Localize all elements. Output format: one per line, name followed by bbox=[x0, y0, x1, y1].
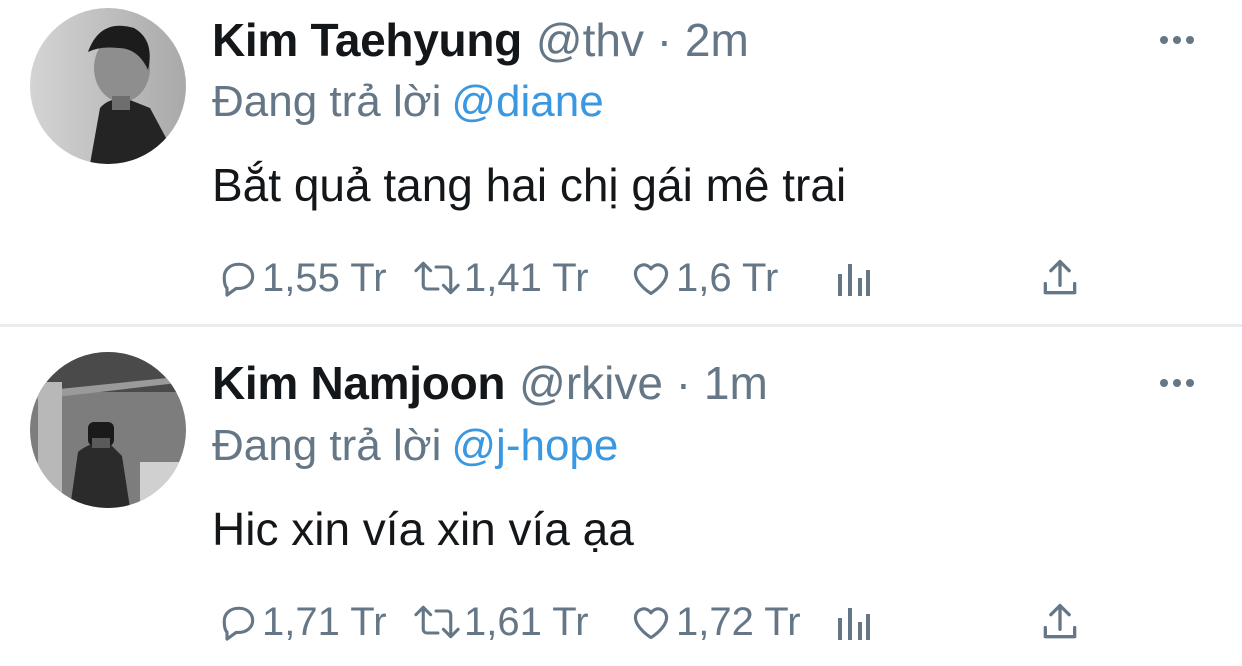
replying-to: Đang trả lời @diane bbox=[212, 75, 604, 129]
replying-label: Đang trả lời bbox=[212, 421, 442, 470]
retweet-button[interactable]: 1,41 Tr bbox=[412, 255, 589, 301]
more-horizontal-icon[interactable] bbox=[1160, 34, 1200, 46]
retweet-count: 1,41 Tr bbox=[464, 255, 589, 300]
tweet-text: Bắt quả tang hai chị gái mê trai bbox=[212, 159, 847, 211]
reply-button[interactable]: 1,71 Tr bbox=[216, 599, 387, 645]
bar-chart-icon bbox=[838, 608, 870, 640]
timestamp[interactable]: 2m bbox=[685, 14, 749, 66]
avatar[interactable] bbox=[30, 8, 186, 164]
like-count: 1,72 Tr bbox=[676, 599, 801, 644]
like-button[interactable]: 1,72 Tr bbox=[628, 599, 801, 645]
tweet-header: Kim Taehyung @thv · 2m bbox=[212, 12, 749, 68]
separator-dot: · bbox=[675, 357, 692, 409]
like-button[interactable]: 1,6 Tr bbox=[628, 255, 778, 301]
like-count: 1,6 Tr bbox=[676, 255, 779, 300]
retweet-icon bbox=[414, 261, 460, 295]
user-handle[interactable]: @thv bbox=[536, 14, 644, 66]
mention-link[interactable]: @diane bbox=[451, 77, 603, 126]
more-horizontal-icon[interactable] bbox=[1160, 377, 1200, 389]
avatar[interactable] bbox=[30, 352, 186, 508]
tweet[interactable]: Kim Namjoon @rkive · 1m Đang trả lời @j-ho… bbox=[0, 327, 1242, 666]
replying-to: Đang trả lời @j-hope bbox=[212, 419, 618, 473]
separator-dot: · bbox=[656, 14, 673, 66]
timestamp[interactable]: 1m bbox=[704, 357, 768, 409]
tweet-text: Hic xin vía xin vía ạa bbox=[212, 503, 634, 555]
views-button[interactable] bbox=[834, 599, 874, 645]
retweet-count: 1,61 Tr bbox=[464, 599, 589, 644]
user-handle[interactable]: @rkive bbox=[519, 357, 663, 409]
share-button[interactable] bbox=[1038, 599, 1082, 645]
share-button[interactable] bbox=[1038, 255, 1082, 301]
user-name[interactable]: Kim Taehyung bbox=[212, 14, 522, 66]
retweet-button[interactable]: 1,61 Tr bbox=[412, 599, 589, 645]
views-button[interactable] bbox=[834, 255, 874, 301]
speech-bubble-icon bbox=[222, 606, 255, 641]
tweet-header: Kim Namjoon @rkive · 1m bbox=[212, 355, 768, 411]
share-arrow-icon bbox=[1043, 603, 1077, 639]
reply-count: 1,55 Tr bbox=[262, 255, 387, 300]
heart-icon bbox=[633, 607, 669, 640]
tweet-actions: 1,71 Tr 1,61 Tr 1,72 Tr bbox=[212, 599, 1112, 645]
replying-label: Đang trả lời bbox=[212, 77, 442, 126]
tweet-actions: 1,55 Tr 1,41 Tr 1,6 Tr bbox=[212, 255, 1112, 301]
reply-count: 1,71 Tr bbox=[262, 599, 387, 644]
user-name[interactable]: Kim Namjoon bbox=[212, 357, 505, 409]
speech-bubble-icon bbox=[222, 262, 255, 297]
heart-icon bbox=[633, 263, 669, 296]
reply-button[interactable]: 1,55 Tr bbox=[216, 255, 387, 301]
bar-chart-icon bbox=[838, 264, 870, 296]
retweet-icon bbox=[414, 605, 460, 639]
mention-link[interactable]: @j-hope bbox=[451, 421, 618, 470]
tweet[interactable]: Kim Taehyung @thv · 2m Đang trả lời @diane… bbox=[0, 0, 1242, 325]
share-arrow-icon bbox=[1043, 259, 1077, 295]
